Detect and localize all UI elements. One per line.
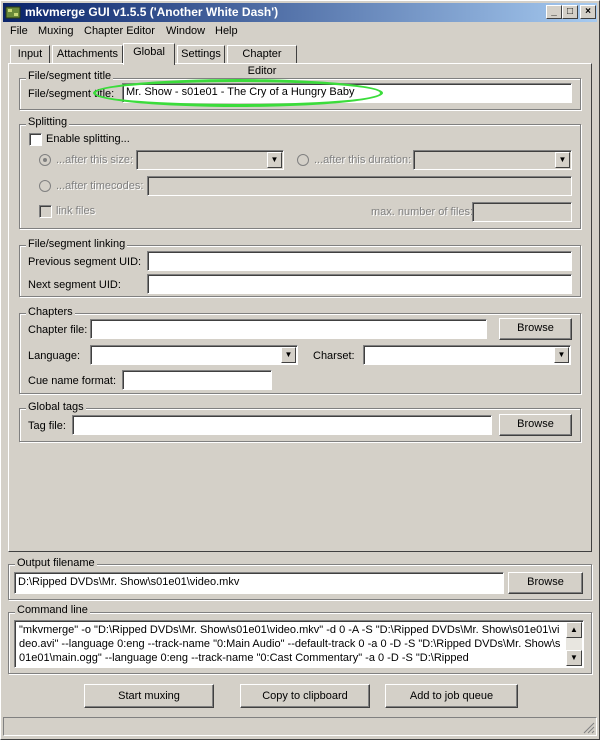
menu-help[interactable]: Help [215, 25, 238, 37]
segment-linking-group-label: File/segment linking [26, 238, 128, 250]
link-files-label: link files [56, 205, 96, 217]
charset-combo[interactable]: ▼ [363, 345, 571, 365]
tag-browse-button[interactable]: Browse [499, 414, 572, 436]
window-title: mkvmerge GUI v1.5.5 ('Another White Dash… [25, 5, 279, 19]
command-line-text: "mkvmerge" -o "D:\Ripped DVDs\Mr. Show\s… [19, 624, 561, 664]
previous-uid-label: Previous segment UID: [28, 256, 142, 268]
tab-input[interactable]: Input [10, 45, 50, 64]
split-after-duration-label: ...after this duration: [314, 154, 412, 166]
split-after-timecodes-label: ...after timecodes: [56, 180, 144, 192]
segment-title-label: File/segment title: [28, 88, 115, 100]
close-button[interactable]: × [580, 5, 596, 19]
chevron-down-icon: ▼ [281, 347, 296, 363]
output-filename-group-label: Output filename [15, 557, 97, 569]
command-line-scrollbar[interactable]: ▲ ▼ [566, 622, 582, 666]
global-tab-panel: File/segment title File/segment title: M… [8, 63, 592, 552]
tag-file-label: Tag file: [28, 420, 66, 432]
enable-splitting-label: Enable splitting... [46, 133, 130, 145]
scroll-down-arrow-icon[interactable]: ▼ [566, 650, 582, 666]
mkvmerge-app-icon [5, 6, 21, 19]
split-after-timecodes-radio[interactable] [39, 180, 51, 192]
output-filename-input[interactable]: D:\Ripped DVDs\Mr. Show\s01e01\video.mkv [14, 572, 504, 594]
tab-global[interactable]: Global [123, 43, 175, 65]
chevron-down-icon: ▼ [554, 347, 569, 363]
cue-name-format-label: Cue name format: [28, 375, 117, 387]
menu-bar: File Muxing Chapter Editor Window Help [3, 23, 597, 41]
language-combo[interactable]: ▼ [90, 345, 298, 365]
next-uid-input[interactable] [147, 274, 572, 294]
menu-chapter-editor[interactable]: Chapter Editor [84, 25, 155, 37]
next-uid-label: Next segment UID: [28, 279, 121, 291]
chevron-down-icon: ▼ [555, 152, 570, 168]
split-duration-combo[interactable]: ▼ [413, 150, 572, 170]
tab-chapter-editor[interactable]: Chapter Editor [227, 45, 297, 77]
tag-file-input[interactable] [72, 415, 492, 435]
chapter-file-input[interactable] [90, 319, 487, 339]
menu-file[interactable]: File [10, 25, 28, 37]
maximize-button[interactable]: □ [562, 5, 578, 19]
tab-settings[interactable]: Settings [177, 45, 225, 64]
segment-title-input[interactable]: Mr. Show - s01e01 - The Cry of a Hungry … [122, 83, 572, 103]
chevron-down-icon: ▼ [267, 152, 282, 168]
chapters-group-label: Chapters [26, 306, 75, 318]
splitting-group-label: Splitting [26, 116, 70, 128]
menu-muxing[interactable]: Muxing [38, 25, 73, 37]
status-bar [3, 717, 597, 736]
max-files-input[interactable] [472, 202, 572, 222]
global-tags-group-label: Global tags [26, 401, 86, 413]
split-after-duration-radio[interactable] [297, 154, 309, 166]
add-to-job-queue-button[interactable]: Add to job queue [385, 684, 518, 708]
enable-splitting-checkbox[interactable] [29, 133, 42, 146]
charset-label: Charset: [313, 350, 355, 362]
minimize-button[interactable]: _ [546, 5, 562, 19]
command-line-group-label: Command line [15, 604, 90, 616]
resize-grip-icon[interactable] [583, 722, 595, 734]
title-bar[interactable]: mkvmerge GUI v1.5.5 ('Another White Dash… [3, 3, 597, 22]
split-after-size-radio[interactable] [39, 154, 51, 166]
chapter-file-label: Chapter file: [28, 324, 88, 336]
link-files-checkbox[interactable] [39, 205, 52, 218]
start-muxing-button[interactable]: Start muxing [84, 684, 214, 708]
split-size-combo[interactable]: ▼ [136, 150, 284, 170]
copy-to-clipboard-button[interactable]: Copy to clipboard [240, 684, 370, 708]
max-files-label: max. number of files: [371, 206, 474, 218]
previous-uid-input[interactable] [147, 251, 572, 271]
chapter-browse-button[interactable]: Browse [499, 318, 572, 340]
split-after-size-label: ...after this size: [56, 154, 134, 166]
split-timecodes-input[interactable] [147, 176, 572, 196]
language-label: Language: [28, 350, 80, 362]
segment-title-group-label: File/segment title [26, 70, 114, 82]
output-browse-button[interactable]: Browse [508, 572, 583, 594]
cue-name-format-input[interactable] [122, 370, 272, 390]
menu-window[interactable]: Window [166, 25, 205, 37]
scroll-up-arrow-icon[interactable]: ▲ [566, 622, 582, 638]
tab-attachments[interactable]: Attachments [52, 45, 123, 64]
command-line-textarea[interactable]: "mkvmerge" -o "D:\Ripped DVDs\Mr. Show\s… [14, 620, 584, 668]
